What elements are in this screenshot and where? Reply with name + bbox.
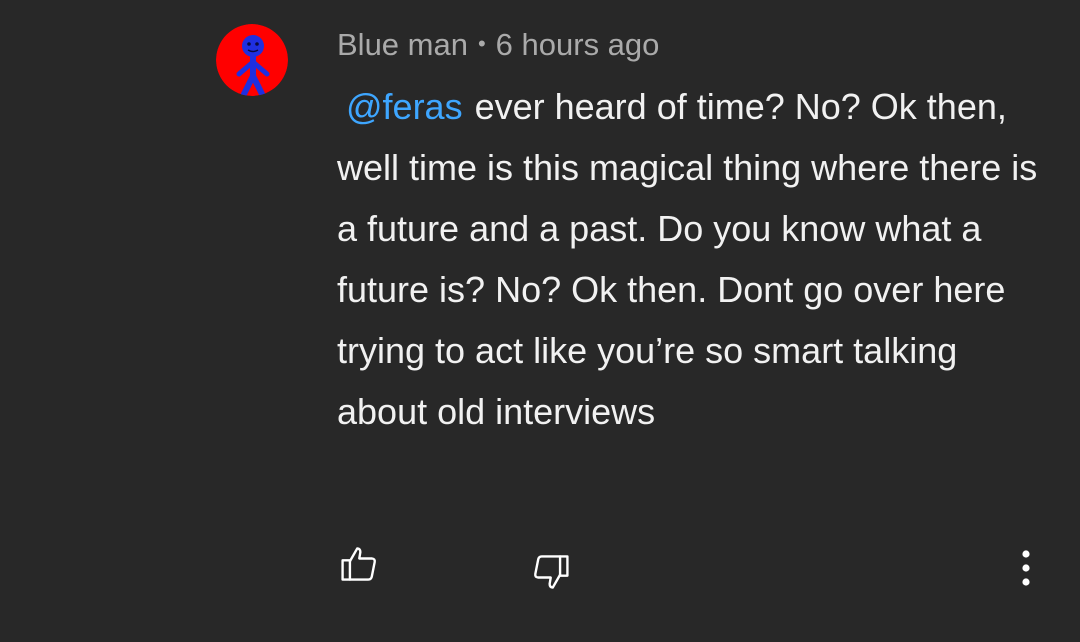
dislike-button[interactable] (522, 544, 578, 600)
like-button[interactable] (332, 536, 388, 592)
thumbs-down-icon (534, 555, 569, 589)
separator-dot: • (477, 31, 486, 56)
avatar[interactable] (216, 24, 288, 96)
comment-text: ever heard of time? No? Ok then, well ti… (337, 86, 1038, 432)
stick-figure-avatar-icon (216, 24, 288, 96)
comment-meta: Blue man • 6 hours ago (337, 26, 659, 67)
thumbs-up-icon (341, 547, 376, 581)
author-name[interactable]: Blue man (337, 27, 468, 62)
comment-timestamp[interactable]: 6 hours ago (496, 27, 660, 62)
more-options-button[interactable] (1004, 540, 1048, 596)
comment-body: @feras ever heard of time? No? Ok then, w… (337, 76, 1049, 442)
comment-item: Blue man • 6 hours ago @feras ever heard of… (0, 0, 1080, 642)
more-vertical-icon (1022, 550, 1030, 586)
mention-link[interactable]: @feras (337, 86, 475, 127)
